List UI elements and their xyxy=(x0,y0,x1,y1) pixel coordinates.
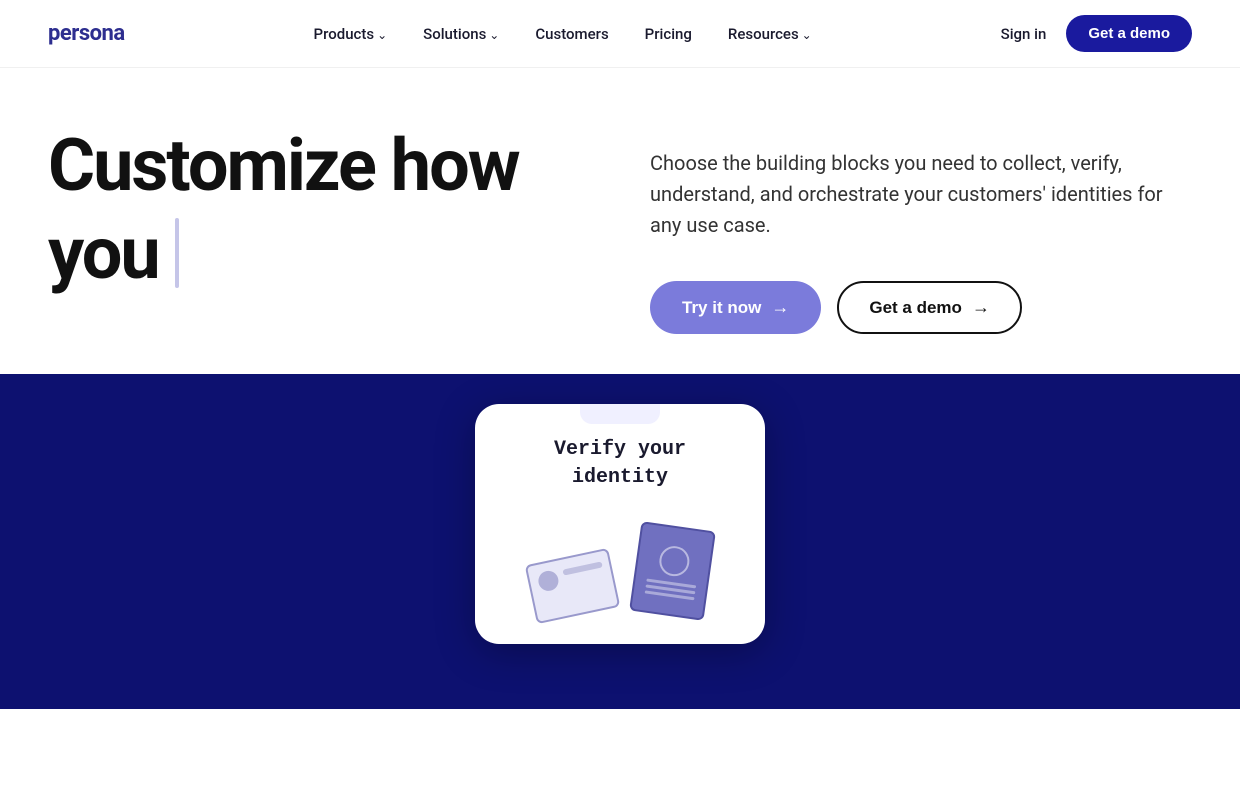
hero-heading-line1: Customize how xyxy=(48,128,519,204)
passport-circle xyxy=(657,544,691,578)
phone-card: Verify your identity xyxy=(475,404,765,644)
hero-section: Customize how you Choose the building bl… xyxy=(0,68,1240,374)
nav-links: Products Solutions Customers Pricing Res… xyxy=(314,24,812,43)
sign-in-link[interactable]: Sign in xyxy=(1001,25,1047,43)
passport-lines xyxy=(644,578,696,600)
get-demo-nav-button[interactable]: Get a demo xyxy=(1066,15,1192,52)
nav-item-products[interactable]: Products xyxy=(314,24,388,43)
hero-right: Choose the building blocks you need to c… xyxy=(650,128,1192,334)
try-it-now-label: Try it now xyxy=(682,298,761,318)
document-illustration xyxy=(520,516,720,616)
phone-notch xyxy=(580,404,660,424)
passport-icon xyxy=(629,521,716,621)
try-arrow-icon: → xyxy=(771,297,789,318)
logo-text: persona xyxy=(48,21,125,46)
demo-arrow-icon: → xyxy=(972,297,990,318)
nav-link-resources[interactable]: Resources xyxy=(728,25,812,43)
nav-link-pricing[interactable]: Pricing xyxy=(645,25,692,43)
card-title-line1: Verify your xyxy=(554,438,686,461)
try-it-now-button[interactable]: Try it now → xyxy=(650,281,821,334)
nav-item-pricing[interactable]: Pricing xyxy=(645,24,692,43)
nav-link-solutions[interactable]: Solutions xyxy=(423,25,499,43)
dark-section: Verify your identity xyxy=(0,374,1240,709)
hero-heading-line2: you xyxy=(48,216,159,292)
card-title-line2: identity xyxy=(572,466,668,489)
hero-heading: Customize how you xyxy=(48,128,590,291)
id-card-icon xyxy=(525,548,621,624)
nav-link-products[interactable]: Products xyxy=(314,25,388,43)
nav-item-customers[interactable]: Customers xyxy=(535,24,608,43)
nav-link-customers[interactable]: Customers xyxy=(535,25,608,43)
get-a-demo-label: Get a demo xyxy=(869,298,962,318)
hero-description: Choose the building blocks you need to c… xyxy=(650,148,1192,241)
nav-actions: Sign in Get a demo xyxy=(1001,15,1192,52)
hero-left: Customize how you xyxy=(48,128,590,291)
nav-item-solutions[interactable]: Solutions xyxy=(423,24,499,43)
get-a-demo-button[interactable]: Get a demo → xyxy=(837,281,1022,334)
cursor-bar xyxy=(175,218,179,288)
hero-buttons: Try it now → Get a demo → xyxy=(650,281,1192,334)
phone-card-title: Verify your identity xyxy=(554,436,686,492)
navbar: persona Products Solutions Customers Pri… xyxy=(0,0,1240,68)
logo: persona xyxy=(48,21,125,46)
nav-item-resources[interactable]: Resources xyxy=(728,24,812,43)
